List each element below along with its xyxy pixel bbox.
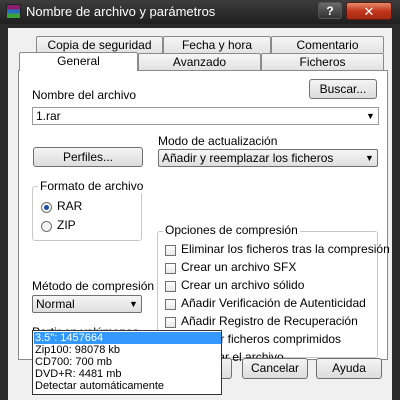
checkbox-delete-files-label: Eliminar los ficheros tras la compresión [181,242,390,256]
radio-rar[interactable] [41,202,52,213]
dropdown-item-floppy[interactable]: 3.5": 1457664 [34,332,221,344]
chevron-down-icon[interactable]: ▼ [126,296,141,312]
filename-value: 1.rar [36,109,61,123]
checkbox-create-sfx-label: Crear un archivo SFX [181,260,297,274]
filename-combobox[interactable]: 1.rar ▼ [32,107,379,125]
checkbox-recovery-record-label: Añadir Registro de Recuperación [181,314,358,328]
tab-avanzado[interactable]: Avanzado [138,53,261,70]
browse-button[interactable]: Buscar... [309,79,377,99]
split-volumes-dropdown: 3.5": 1457664 Zip100: 98078 kb CD700: 70… [32,330,222,395]
archive-format-group [32,186,142,241]
update-mode-label: Modo de actualización [158,134,278,148]
checkbox-recovery-record[interactable] [165,317,176,328]
tab-fecha-y-hora[interactable]: Fecha y hora [163,36,271,53]
radio-zip[interactable] [41,221,52,232]
filename-label: Nombre del archivo [32,88,137,102]
compression-method-select[interactable]: Normal ▼ [32,295,142,313]
dropdown-item-dvdr[interactable]: DVD+R: 4481 mb [34,368,221,380]
archive-format-title: Formato de archivo [38,179,146,193]
compression-options-title: Opciones de compresión [163,223,300,237]
title-bar[interactable]: Nombre de archivo y parámetros ? ✕ [0,0,400,24]
checkbox-delete-files[interactable] [165,245,176,256]
dropdown-item-cd700[interactable]: CD700: 700 mb [34,356,221,368]
help-button[interactable]: Ayuda [316,358,382,379]
compression-method-label: Método de compresión [32,279,155,293]
dropdown-item-zip100[interactable]: Zip100: 98078 kb [34,344,221,356]
profiles-button[interactable]: Perfiles... [33,147,143,167]
window-title: Nombre de archivo y parámetros [26,4,216,19]
chevron-down-icon[interactable]: ▼ [363,108,378,124]
checkbox-authenticity-label: Añadir Verificación de Autenticidad [181,296,366,310]
tab-copia-de-seguridad[interactable]: Copia de seguridad [36,36,163,53]
help-title-button[interactable]: ? [318,2,342,19]
dialog-window: Nombre de archivo y parámetros ? ✕ Copia… [0,0,400,400]
close-button[interactable]: ✕ [346,2,392,20]
checkbox-solid-archive[interactable] [165,281,176,292]
radio-zip-label: ZIP [57,218,76,232]
winrar-icon [6,4,21,19]
update-mode-value: Añadir y reemplazar los ficheros [162,151,334,165]
dropdown-item-autodetect[interactable]: Detectar automáticamente [34,380,221,392]
checkbox-solid-archive-label: Crear un archivo sólido [181,278,305,292]
chevron-down-icon[interactable]: ▼ [362,150,377,166]
compression-method-value: Normal [36,297,75,311]
tab-comentario[interactable]: Comentario [271,36,384,53]
tab-ficheros[interactable]: Ficheros [261,53,384,70]
radio-rar-label: RAR [57,199,83,213]
cancel-button[interactable]: Cancelar [242,358,308,379]
update-mode-select[interactable]: Añadir y reemplazar los ficheros ▼ [158,149,378,167]
checkbox-authenticity[interactable] [165,299,176,310]
tab-general[interactable]: General [19,52,138,71]
general-tab-panel: Nombre del archivo Buscar... 1.rar ▼ Mod… [18,70,390,364]
checkbox-create-sfx[interactable] [165,263,176,274]
